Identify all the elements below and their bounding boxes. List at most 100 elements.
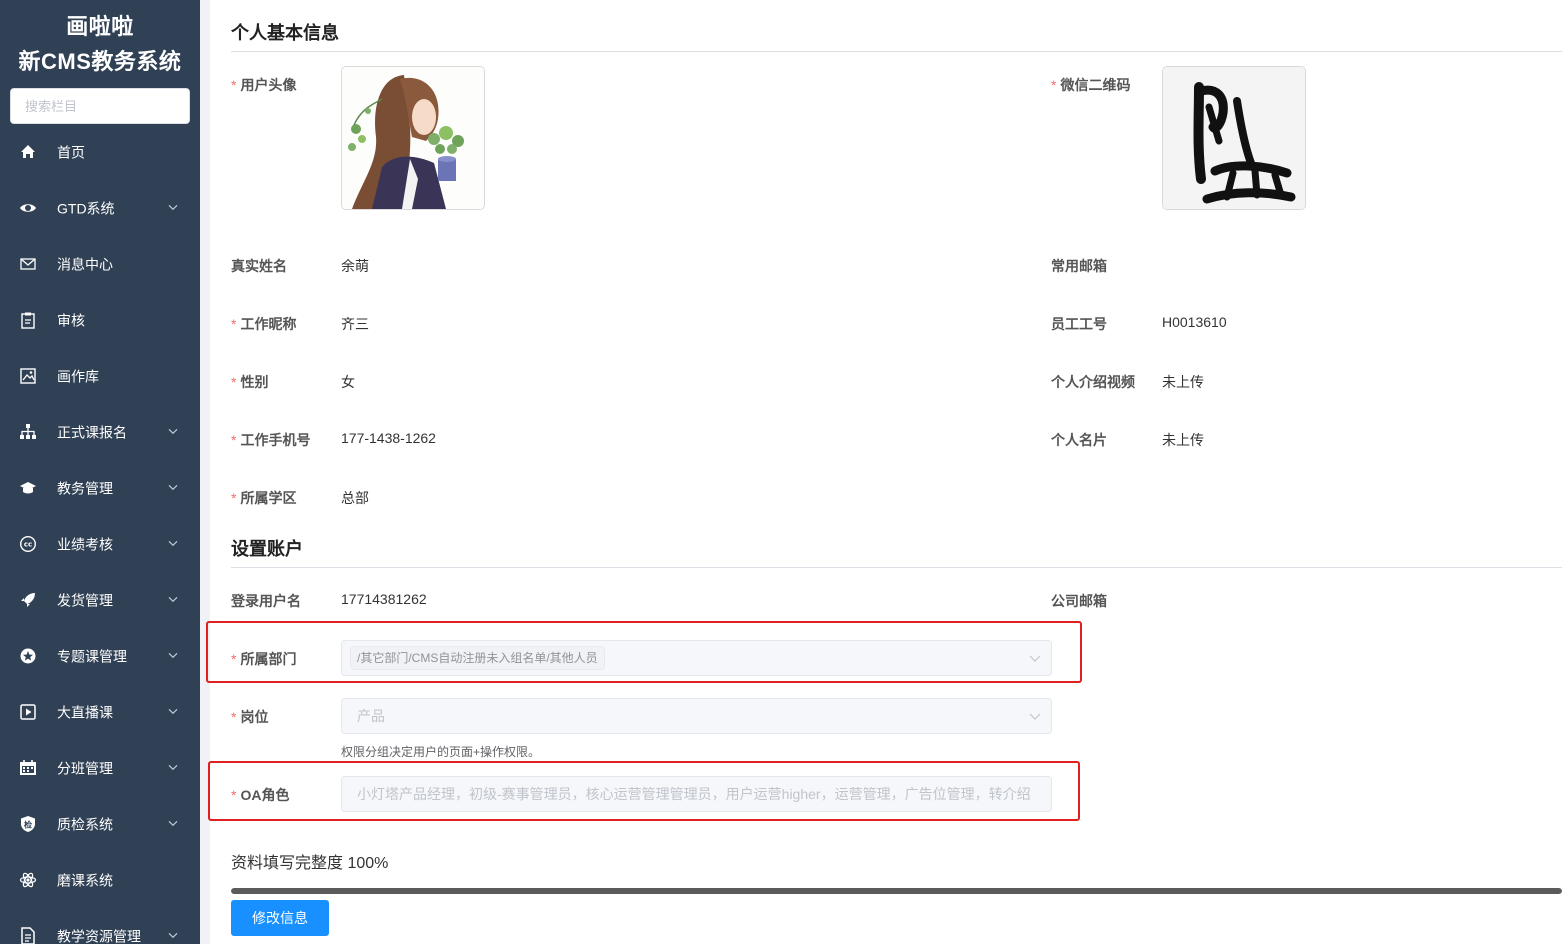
wechat-qr-label: * 微信二维码 (1051, 77, 1131, 93)
section-title-basic: 个人基本信息 (231, 23, 339, 43)
position-select[interactable]: 产品 (341, 698, 1052, 734)
chevron-down-icon (168, 428, 178, 435)
edit-info-button[interactable]: 修改信息 (231, 900, 329, 936)
sidebar-item-label: 正式课报名 (57, 424, 127, 441)
sidebar-item-label: 首页 (57, 144, 85, 161)
employee-id-value: H0013610 (1162, 314, 1227, 330)
sidebar: 画啦啦 新CMS教务系统 首页 GTD系统消息中心审核画作库正式课报名教务管理 cc… (0, 0, 200, 944)
section-divider (231, 567, 1562, 568)
shield-check-icon: 检 (19, 815, 37, 833)
sidebar-item-1[interactable]: GTD系统 (0, 180, 200, 236)
sidebar-item-2[interactable]: 消息中心 (0, 236, 200, 292)
chevron-down-icon (168, 204, 178, 211)
video-play-icon (19, 703, 37, 721)
mail-icon (19, 255, 37, 273)
atom-icon (19, 871, 37, 889)
sidebar-item-label: 发货管理 (57, 592, 113, 609)
sidebar-item-label: 审核 (57, 312, 85, 329)
completion-percent: 100% (347, 855, 389, 872)
section-divider (231, 51, 1562, 52)
chevron-down-icon (168, 764, 178, 771)
chevron-down-icon (1029, 713, 1041, 720)
chevron-down-icon (168, 932, 178, 939)
brand-line-1: 画啦啦 (66, 14, 134, 39)
business-card-label: 个人名片 (1051, 432, 1107, 448)
nickname-label: * 工作昵称 (231, 316, 297, 332)
position-label: * 岗位 (231, 709, 269, 725)
email-label: 常用邮箱 (1051, 258, 1107, 274)
section-title-account: 设置账户 (231, 539, 303, 559)
sidebar-item-14[interactable]: 教学资源管理 (0, 908, 200, 944)
sidebar-item-5[interactable]: 正式课报名 (0, 404, 200, 460)
sidebar-menu: 首页 GTD系统消息中心审核画作库正式课报名教务管理 cc 业绩考核发货管理专题课管理… (0, 124, 200, 944)
sidebar-item-label: GTD系统 (57, 200, 115, 217)
sidebar-item-0[interactable]: 首页 (0, 124, 200, 180)
chevron-down-icon (168, 484, 178, 491)
sidebar-item-3[interactable]: 审核 (0, 292, 200, 348)
sidebar-item-label: 画作库 (57, 368, 99, 385)
wechat-qr-image[interactable] (1162, 66, 1306, 210)
gender-label: * 性别 (231, 374, 269, 390)
menu-search-input[interactable] (10, 88, 190, 124)
sidebar-item-label: 教务管理 (57, 480, 113, 497)
svg-text:cc: cc (24, 541, 32, 549)
real-name-label: 真实姓名 (231, 258, 287, 274)
document-icon (19, 927, 37, 944)
sidebar-item-label: 教学资源管理 (57, 928, 141, 944)
cc-icon: cc (19, 535, 37, 553)
rocket-icon (19, 591, 37, 609)
brand-line-2: 新CMS教务系统 (18, 49, 182, 74)
completion-progress-bar (231, 888, 1562, 894)
sidebar-item-11[interactable]: 分班管理 (0, 740, 200, 796)
brand: 画啦啦 新CMS教务系统 (0, 0, 200, 79)
real-name-value: 余萌 (341, 258, 369, 274)
chevron-down-icon (168, 540, 178, 547)
completion-text: 资料填写完整度 100% (231, 849, 388, 873)
sidebar-item-label: 大直播课 (57, 704, 113, 721)
intro-video-value: 未上传 (1162, 374, 1204, 390)
clipboard-icon (19, 311, 37, 329)
highlight-box-oa-role (208, 761, 1080, 821)
company-email-label: 公司邮箱 (1051, 593, 1107, 609)
sitemap-icon (19, 423, 37, 441)
main-content: 个人基本信息 * 用户头像 * 微信二维码 真实姓名 余萌 常用邮箱 * 工作昵… (200, 0, 1562, 944)
sidebar-item-10[interactable]: 大直播课 (0, 684, 200, 740)
chevron-down-icon (168, 596, 178, 603)
completion-label: 资料填写完整度 (231, 855, 344, 872)
sidebar-item-label: 分班管理 (57, 760, 113, 777)
employee-id-label: 员工工号 (1051, 316, 1107, 332)
chevron-down-icon (168, 820, 178, 827)
chevron-down-icon (168, 652, 178, 659)
sidebar-item-label: 消息中心 (57, 256, 113, 273)
sidebar-item-8[interactable]: 发货管理 (0, 572, 200, 628)
sidebar-item-7[interactable]: cc 业绩考核 (0, 516, 200, 572)
nickname-value: 齐三 (341, 316, 369, 332)
chevron-down-icon (168, 708, 178, 715)
sidebar-item-label: 质检系统 (57, 816, 113, 833)
position-hint: 权限分组决定用户的页面+操作权限。 (341, 745, 541, 759)
sidebar-item-label: 专题课管理 (57, 648, 127, 665)
sidebar-item-label: 磨课系统 (57, 872, 113, 889)
avatar-label: * 用户头像 (231, 77, 297, 93)
graduation-cap-icon (19, 479, 37, 497)
sidebar-item-4[interactable]: 画作库 (0, 348, 200, 404)
svg-text:检: 检 (24, 820, 32, 830)
calendar-icon (19, 759, 37, 777)
home-icon (19, 143, 37, 161)
sidebar-item-9[interactable]: 专题课管理 (0, 628, 200, 684)
district-value: 总部 (341, 490, 369, 506)
sidebar-item-6[interactable]: 教务管理 (0, 460, 200, 516)
gender-value: 女 (341, 374, 355, 390)
avatar-image[interactable] (341, 66, 485, 210)
username-label: 登录用户名 (231, 593, 301, 609)
sidebar-item-12[interactable]: 检 质检系统 (0, 796, 200, 852)
star-circle-icon (19, 647, 37, 665)
sidebar-item-13[interactable]: 磨课系统 (0, 852, 200, 908)
completion-progress-fill (231, 888, 1562, 894)
district-label: * 所属学区 (231, 490, 297, 506)
username-value: 17714381262 (341, 591, 427, 607)
position-placeholder: 产品 (357, 708, 385, 724)
phone-label: * 工作手机号 (231, 432, 311, 448)
phone-value: 177-1438-1262 (341, 430, 436, 446)
highlight-box-department (206, 621, 1082, 683)
